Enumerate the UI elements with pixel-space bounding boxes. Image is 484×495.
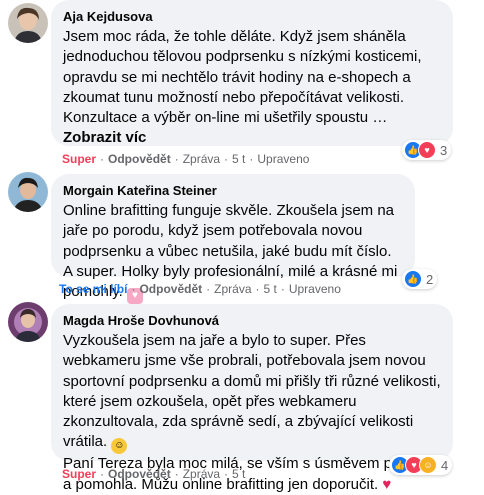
comment-bubble: Aja Kejdusova Jsem moc ráda, že tohle dě… xyxy=(51,0,453,146)
timestamp[interactable]: 5 t xyxy=(232,152,245,166)
reply-button[interactable]: Odpovědět xyxy=(108,152,171,166)
care-icon: ☺ xyxy=(419,456,437,474)
reaction-summary[interactable]: 👍 ♥ 3 xyxy=(402,140,452,160)
react-button[interactable]: Super xyxy=(62,467,96,481)
like-icon: 👍 xyxy=(404,270,422,288)
react-button[interactable]: Super xyxy=(62,152,96,166)
reaction-summary[interactable]: 👍 2 xyxy=(402,269,438,289)
heart-emoji: ♥ xyxy=(382,475,392,493)
message-link[interactable]: Zpráva xyxy=(183,152,220,166)
reaction-count: 4 xyxy=(441,457,449,473)
comment-actions: Super · Odpovědět · Zpráva · 5 t xyxy=(62,467,246,481)
see-more-link[interactable]: Zobrazit víc xyxy=(63,129,146,146)
comment-actions: Super · Odpovědět · Zpráva · 5 t · Upraveno xyxy=(62,152,310,166)
avatar[interactable] xyxy=(8,3,48,43)
reply-button[interactable]: Odpovědět xyxy=(108,467,171,481)
comment-bubble: Morgain Kateřina Steiner Online brafitti… xyxy=(51,174,415,305)
comment-author[interactable]: Morgain Kateřina Steiner xyxy=(63,182,403,199)
comment-bubble: Magda Hroše Dovhunová Vyzkoušela jsem na… xyxy=(51,304,453,493)
smile-emoji: ☺ xyxy=(111,438,128,455)
react-button[interactable]: To se mi líbí xyxy=(59,282,127,296)
timestamp[interactable]: 5 t xyxy=(232,467,245,481)
reaction-count: 2 xyxy=(426,271,434,287)
edited-label: Upraveno xyxy=(257,152,310,166)
comment-author[interactable]: Magda Hroše Dovhunová xyxy=(63,312,441,329)
reply-button[interactable]: Odpovědět xyxy=(139,282,202,296)
message-link[interactable]: Zpráva xyxy=(214,282,251,296)
timestamp[interactable]: 5 t xyxy=(264,282,277,296)
avatar[interactable] xyxy=(8,172,48,212)
edited-label: Upraveno xyxy=(288,282,341,296)
message-link[interactable]: Zpráva xyxy=(183,467,220,481)
comment-text: Jsem moc ráda, že tohle děláte. Když jse… xyxy=(63,27,441,149)
reaction-summary[interactable]: 👍 ♥ ☺ 4 xyxy=(389,455,453,475)
comment-paragraph: Vyzkoušela jsem na jaře a bylo to super.… xyxy=(63,331,441,455)
avatar[interactable] xyxy=(8,302,48,342)
comment-author[interactable]: Aja Kejdusova xyxy=(63,8,441,25)
love-icon: ♥ xyxy=(418,141,436,159)
comment-actions: To se mi líbí · Odpovědět · Zpráva · 5 t · Uprav… xyxy=(59,282,341,296)
comment-body: Jsem moc ráda, že tohle děláte. Když jse… xyxy=(63,28,422,127)
reaction-count: 3 xyxy=(440,142,448,158)
